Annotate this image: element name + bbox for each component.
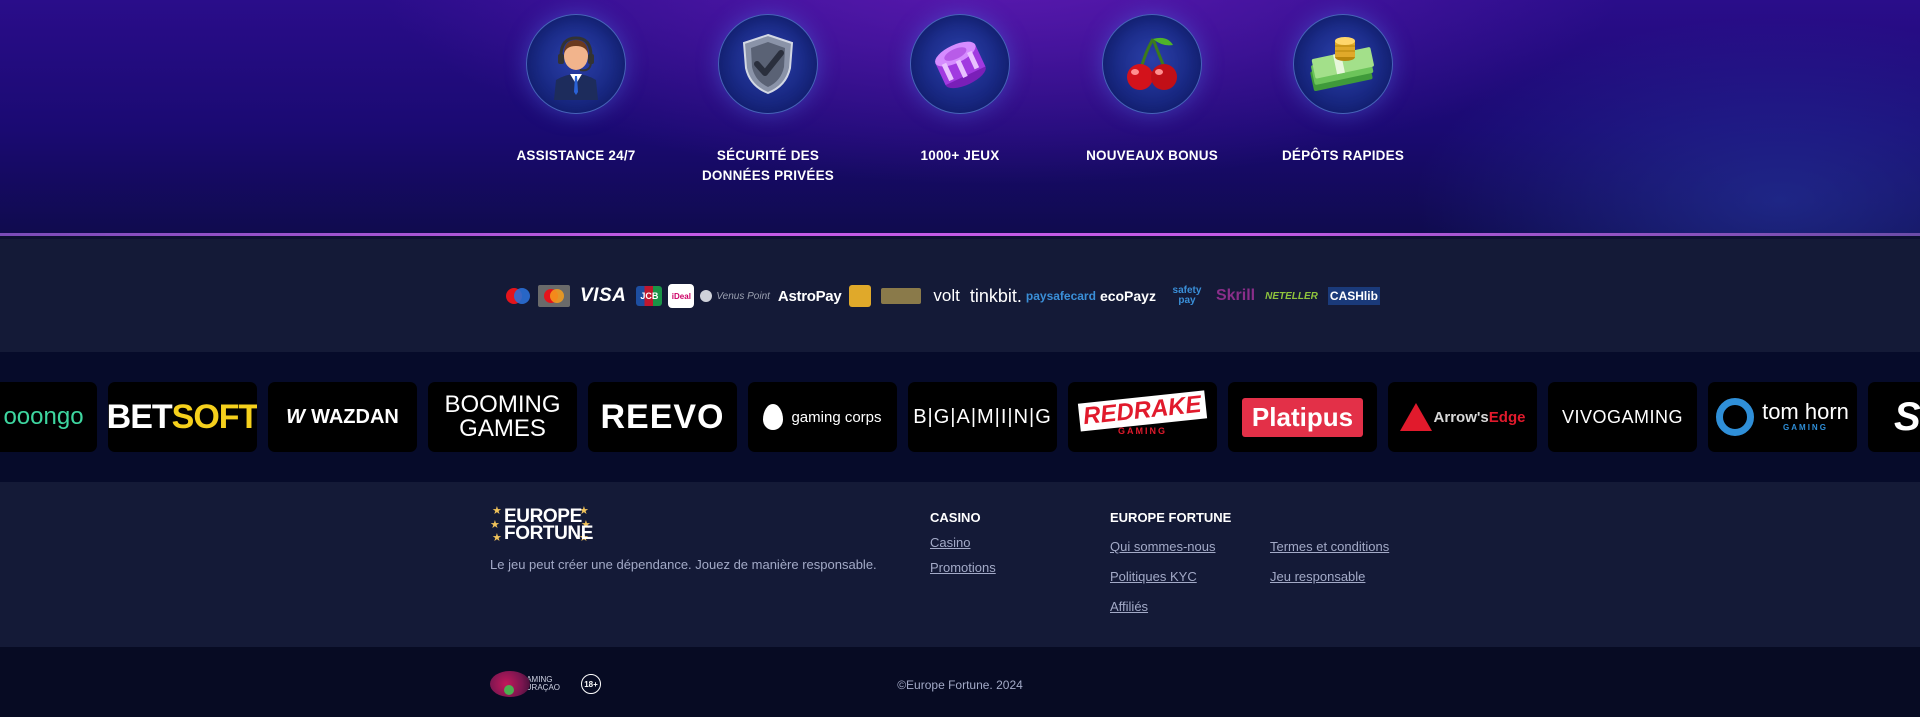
provider-arrows-edge-label-a: Arrow's bbox=[1433, 408, 1489, 426]
paysafecard-logo: paysafecard bbox=[1025, 289, 1096, 303]
bottom-bar: GAMING CURAÇAO 18+ ©Europe Fortune. 2024 bbox=[0, 647, 1920, 717]
casino-chips-icon bbox=[910, 14, 1010, 114]
tom-horn-ring-icon bbox=[1716, 398, 1755, 436]
provider-booming-label-a: BOOMING bbox=[444, 391, 561, 418]
tom-horn-text: tom horn GAMING bbox=[1762, 401, 1849, 433]
provider-tom-horn-label-a: tom horn bbox=[1762, 399, 1849, 424]
feature-support: ASSISTANCE 24/7 bbox=[491, 14, 661, 166]
arrows-edge-triangle-icon bbox=[1399, 403, 1432, 431]
europe-fortune-logo[interactable]: ★ ★ ★ ★ ★ ★ EUROPE FORTUNE bbox=[490, 505, 600, 544]
feature-label: NOUVEAUX BONUS bbox=[1086, 148, 1218, 163]
responsible-gaming-tagline: Le jeu peut créer une dépendance. Jouez … bbox=[490, 557, 877, 572]
provider-vivo-gaming[interactable]: VIVOGAMING bbox=[1548, 382, 1697, 452]
feature-games: 1000+ JEUX bbox=[875, 14, 1045, 166]
provider-spinomenal-label: SP bbox=[1894, 394, 1920, 439]
provider-reevo-label: REEVO bbox=[600, 397, 725, 436]
cherries-icon bbox=[1102, 14, 1202, 114]
copyright: ©Europe Fortune. 2024 bbox=[897, 678, 1023, 692]
link-affiliates[interactable]: Affiliés bbox=[1110, 599, 1148, 614]
provider-betsoft-label-a: BET bbox=[108, 397, 173, 436]
skrill-logo: Skrill bbox=[1215, 287, 1256, 304]
feature-label: 1000+ JEUX bbox=[920, 148, 1000, 163]
volt-logo: volt bbox=[933, 286, 960, 305]
link-kyc-policies[interactable]: Politiques KYC bbox=[1110, 569, 1197, 584]
provider-wazdan[interactable]: W WAZDAN bbox=[268, 382, 417, 452]
payment-methods: VISA JCB iDeal Venus Point AstroPay volt… bbox=[0, 239, 1920, 352]
gaming-corps-flame-icon bbox=[763, 404, 784, 430]
feature-security: SÉCURITÉ DES DONNÉES PRIVÉES bbox=[683, 14, 853, 186]
neteller-logo: NETELLER bbox=[1265, 290, 1318, 302]
feature-bonus: NOUVEAUX BONUS bbox=[1067, 14, 1237, 166]
provider-booming-label-b: GAMES bbox=[459, 415, 546, 442]
provider-platipus-label: Platipus bbox=[1241, 397, 1364, 437]
tinkbit-logo: tinkbit. bbox=[969, 285, 1022, 306]
money-coins-icon bbox=[1293, 14, 1393, 114]
game-providers-carousel[interactable]: ooongo BET SOFT W WAZDAN BOOMING GAMES RE… bbox=[0, 352, 1920, 482]
logo-star-icon: ★ bbox=[492, 532, 502, 544]
provider-gaming-corps[interactable]: gaming corps bbox=[748, 382, 897, 452]
shield-check-icon bbox=[718, 14, 818, 114]
link-about-us[interactable]: Qui sommes-nous bbox=[1110, 539, 1215, 554]
provider-tom-horn-label-b: GAMING bbox=[1783, 423, 1828, 432]
link-responsible-gaming[interactable]: Jeu responsable bbox=[1270, 569, 1365, 584]
provider-spinomenal[interactable]: SP bbox=[1868, 382, 1920, 452]
support-agent-icon bbox=[526, 14, 626, 114]
provider-vivo-gaming-label: VIVOGAMING bbox=[1561, 406, 1683, 427]
provider-betsoft-label-b: SOFT bbox=[171, 397, 257, 436]
cashlib-logo: CASHlib bbox=[1327, 287, 1380, 305]
provider-booongo-label: ooongo bbox=[3, 403, 84, 430]
footer: ★ ★ ★ ★ ★ ★ EUROPE FORTUNE Le jeu peut c… bbox=[0, 482, 1920, 647]
provider-arrows-edge[interactable]: Arrow's Edge bbox=[1388, 382, 1537, 452]
provider-betsoft[interactable]: BET SOFT bbox=[108, 382, 257, 452]
cash-voucher-icon bbox=[849, 285, 872, 307]
link-promotions[interactable]: Promotions bbox=[930, 560, 996, 575]
safety-pay-logo: safety pay bbox=[1172, 285, 1202, 306]
wazdan-w-icon: W bbox=[286, 405, 306, 428]
feature-deposits: DÉPÔTS RAPIDES bbox=[1258, 14, 1428, 166]
link-casino[interactable]: Casino bbox=[930, 535, 970, 550]
provider-reevo[interactable]: REEVO bbox=[588, 382, 737, 452]
logo-star-icon: ★ bbox=[490, 519, 500, 531]
provider-red-rake[interactable]: REDRAKE GAMING bbox=[1068, 382, 1217, 452]
provider-bgaming[interactable]: B|G|A|M|I|N|G bbox=[908, 382, 1057, 452]
venus-point-logo: Venus Point bbox=[700, 283, 770, 309]
logo-line-2: FORTUNE bbox=[504, 523, 594, 544]
logo-star-icon: ★ bbox=[492, 505, 502, 517]
provider-bgaming-label: B|G|A|M|I|N|G bbox=[913, 405, 1052, 428]
feature-label: SÉCURITÉ DES DONNÉES PRIVÉES bbox=[701, 148, 835, 183]
provider-wazdan-label: WAZDAN bbox=[311, 405, 399, 428]
europe-fortune-column-title: EUROPE FORTUNE bbox=[1110, 510, 1232, 525]
astropay-logo: AstroPay bbox=[777, 287, 842, 305]
provider-booming-games[interactable]: BOOMING GAMES bbox=[428, 382, 577, 452]
ecopayz-logo: ecoPayz bbox=[1099, 288, 1156, 304]
casino-column-title: CASINO bbox=[930, 510, 981, 525]
maestro-icon bbox=[504, 283, 532, 309]
provider-gaming-corps-label: gaming corps bbox=[791, 408, 882, 426]
bank-transfer-icon bbox=[881, 288, 922, 304]
ideal-logo: iDeal bbox=[668, 284, 695, 308]
feature-label: ASSISTANCE 24/7 bbox=[516, 148, 636, 163]
venus-point-label: Venus Point bbox=[716, 290, 770, 302]
provider-arrows-edge-label-b: Edge bbox=[1488, 408, 1526, 426]
provider-tom-horn[interactable]: tom horn GAMING bbox=[1708, 382, 1857, 452]
provider-platipus[interactable]: Platipus bbox=[1228, 382, 1377, 452]
visa-logo: VISA bbox=[580, 285, 627, 306]
feature-label: DÉPÔTS RAPIDES bbox=[1281, 148, 1405, 163]
features-section: ASSISTANCE 24/7 SÉCURITÉ DES DONNÉES PRI… bbox=[0, 0, 1920, 236]
mastercard-icon bbox=[538, 283, 570, 309]
provider-booongo[interactable]: ooongo bbox=[0, 382, 97, 452]
jcb-logo: JCB bbox=[636, 286, 663, 306]
link-terms-conditions[interactable]: Termes et conditions bbox=[1270, 539, 1389, 554]
